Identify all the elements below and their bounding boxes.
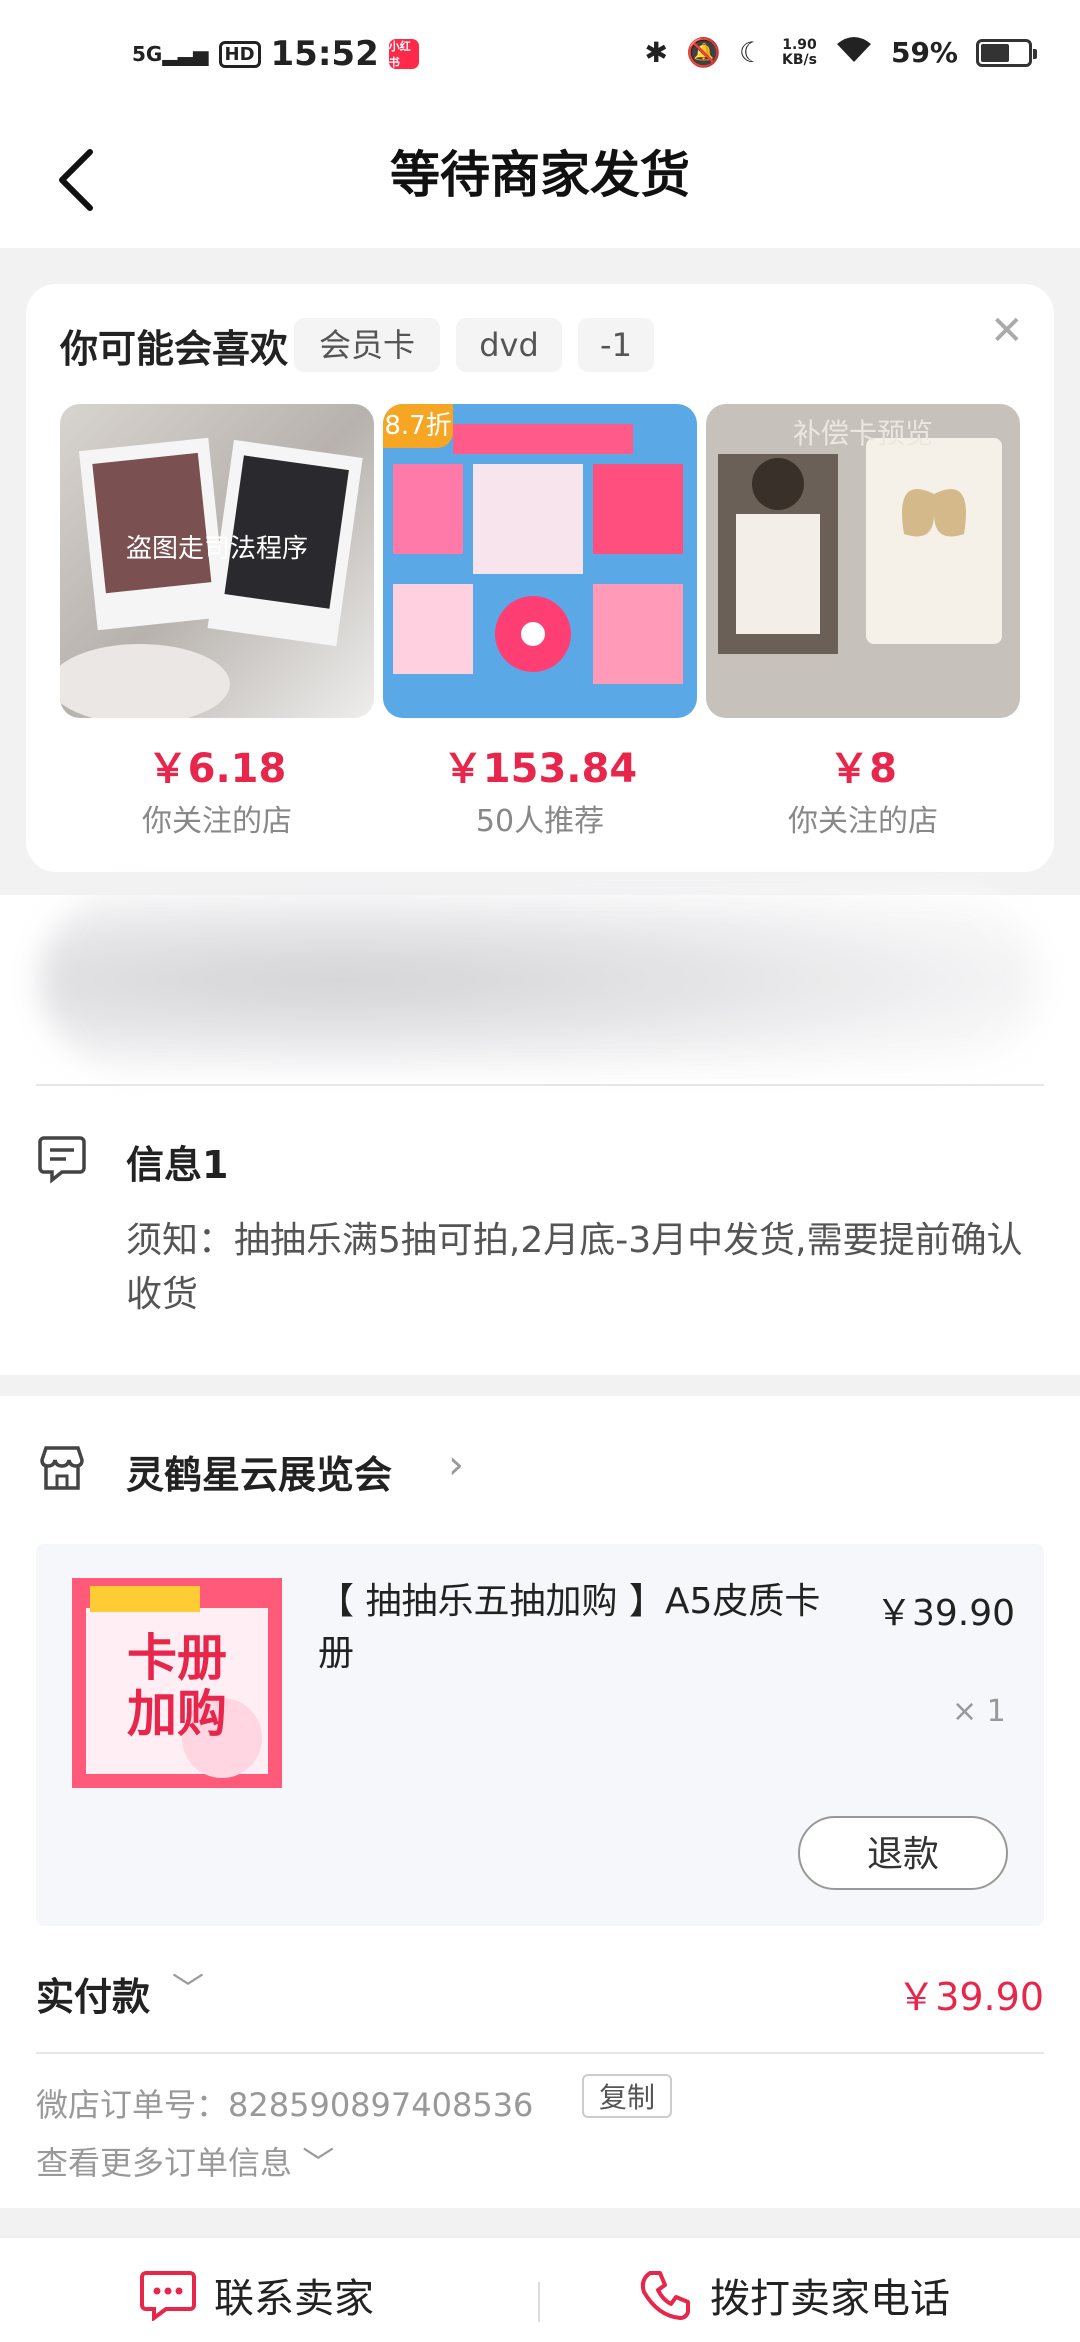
recommend-tag[interactable]: dvd [456, 318, 562, 372]
call-seller-button[interactable]: 拨打卖家电话 [640, 2266, 950, 2324]
app-badge-icon: 小红书 [388, 39, 419, 69]
status-left: 5G▂▃▅ HD 15:52 小红书 [132, 34, 419, 74]
product-price: ￥6.18 [147, 746, 287, 792]
product-thumbnail[interactable]: 8.7折 [383, 404, 697, 718]
product-thumbnail[interactable]: 盗图走司法程序 [60, 404, 374, 718]
info-title: 信息1 [126, 1143, 229, 1187]
refund-button[interactable]: 退款 [798, 1816, 1008, 1890]
order-product-price: ￥39.90 [876, 1593, 1016, 1634]
recommend-title: 你可能会喜欢 [60, 327, 289, 371]
moon-icon: ☾ [738, 36, 764, 69]
signal-icon: 5G▂▃▅ [132, 42, 209, 66]
contact-seller-button[interactable]: 联系卖家 [140, 2266, 374, 2324]
recommend-tag[interactable]: -1 [578, 318, 654, 372]
product-subtitle: 50人推荐 [475, 804, 605, 839]
preview-watermark: 补偿卡预览 [792, 417, 933, 450]
contact-seller-label: 联系卖家 [214, 2276, 374, 2322]
discount-badge: 8.7折 [383, 404, 453, 448]
product-image-text: 加购 [127, 1685, 227, 1743]
divider [538, 2282, 540, 2322]
order-product-image[interactable]: 卡册 加购 [72, 1578, 282, 1788]
mute-icon: 🔕 [686, 36, 721, 69]
copy-button[interactable]: 复制 [582, 2074, 672, 2118]
battery-icon [976, 38, 1037, 67]
status-right: ✱ 🔕 ☾ 1.90 KB/s 59% [644, 34, 1037, 71]
product-thumbnail[interactable]: 补偿卡预览 [706, 404, 1020, 718]
net-speed: 1.90 KB/s [782, 36, 817, 68]
divider [36, 2052, 1044, 2054]
phone-icon [640, 2271, 690, 2320]
battery-percent: 59% [890, 36, 958, 69]
album-image [393, 424, 683, 684]
info-body: 须知：抽抽乐满5抽可拍,2月底-3月中发货,需要提前确认收货 [126, 1220, 1023, 1315]
product-price: ￥153.84 [442, 746, 638, 792]
redacted-address [40, 890, 1040, 1070]
product-image-text: 卡册 [127, 1629, 227, 1687]
order-product-title[interactable]: 【 抽抽乐五抽加购 】A5皮质卡册 [318, 1576, 838, 1680]
product-subtitle: 你关注的店 [142, 804, 292, 839]
chevron-down-icon[interactable]: ﹀ [172, 1964, 204, 2010]
divider [36, 1084, 1044, 1086]
order-product-qty: × 1 [952, 1694, 1006, 1729]
watermark-text: 盗图走司法程序 [125, 534, 308, 564]
store-name[interactable]: 灵鹤星云展览会 [126, 1444, 392, 1499]
more-order-info[interactable]: 查看更多订单信息 ﹀ [36, 2138, 334, 2184]
bluetooth-icon: ✱ [644, 36, 669, 69]
chevron-down-icon: ﹀ [302, 2144, 335, 2182]
order-number: 828590897408536 [228, 2086, 534, 2124]
message-icon [36, 1132, 88, 1184]
page-title: 等待商家发货 [390, 146, 690, 204]
recommend-tag[interactable]: 会员卡 [294, 318, 440, 372]
product-subtitle: 你关注的店 [788, 804, 938, 839]
order-number-line: 微店订单号：828590897408536 [36, 2080, 533, 2126]
call-seller-label: 拨打卖家电话 [710, 2276, 950, 2322]
close-icon[interactable]: ✕ [990, 308, 1024, 354]
store-icon [36, 1442, 88, 1494]
hd-badge: HD [218, 40, 261, 68]
chevron-right-icon[interactable]: › [448, 1442, 464, 1488]
paid-amount: ￥39.90 [897, 1975, 1044, 2019]
clock: 15:52 [270, 34, 379, 74]
wifi-icon [835, 34, 873, 71]
product-price: ￥8 [829, 746, 897, 792]
paid-label[interactable]: 实付款 [36, 1966, 150, 2021]
chat-icon [140, 2271, 196, 2321]
order-number-label: 微店订单号： [36, 2086, 229, 2124]
